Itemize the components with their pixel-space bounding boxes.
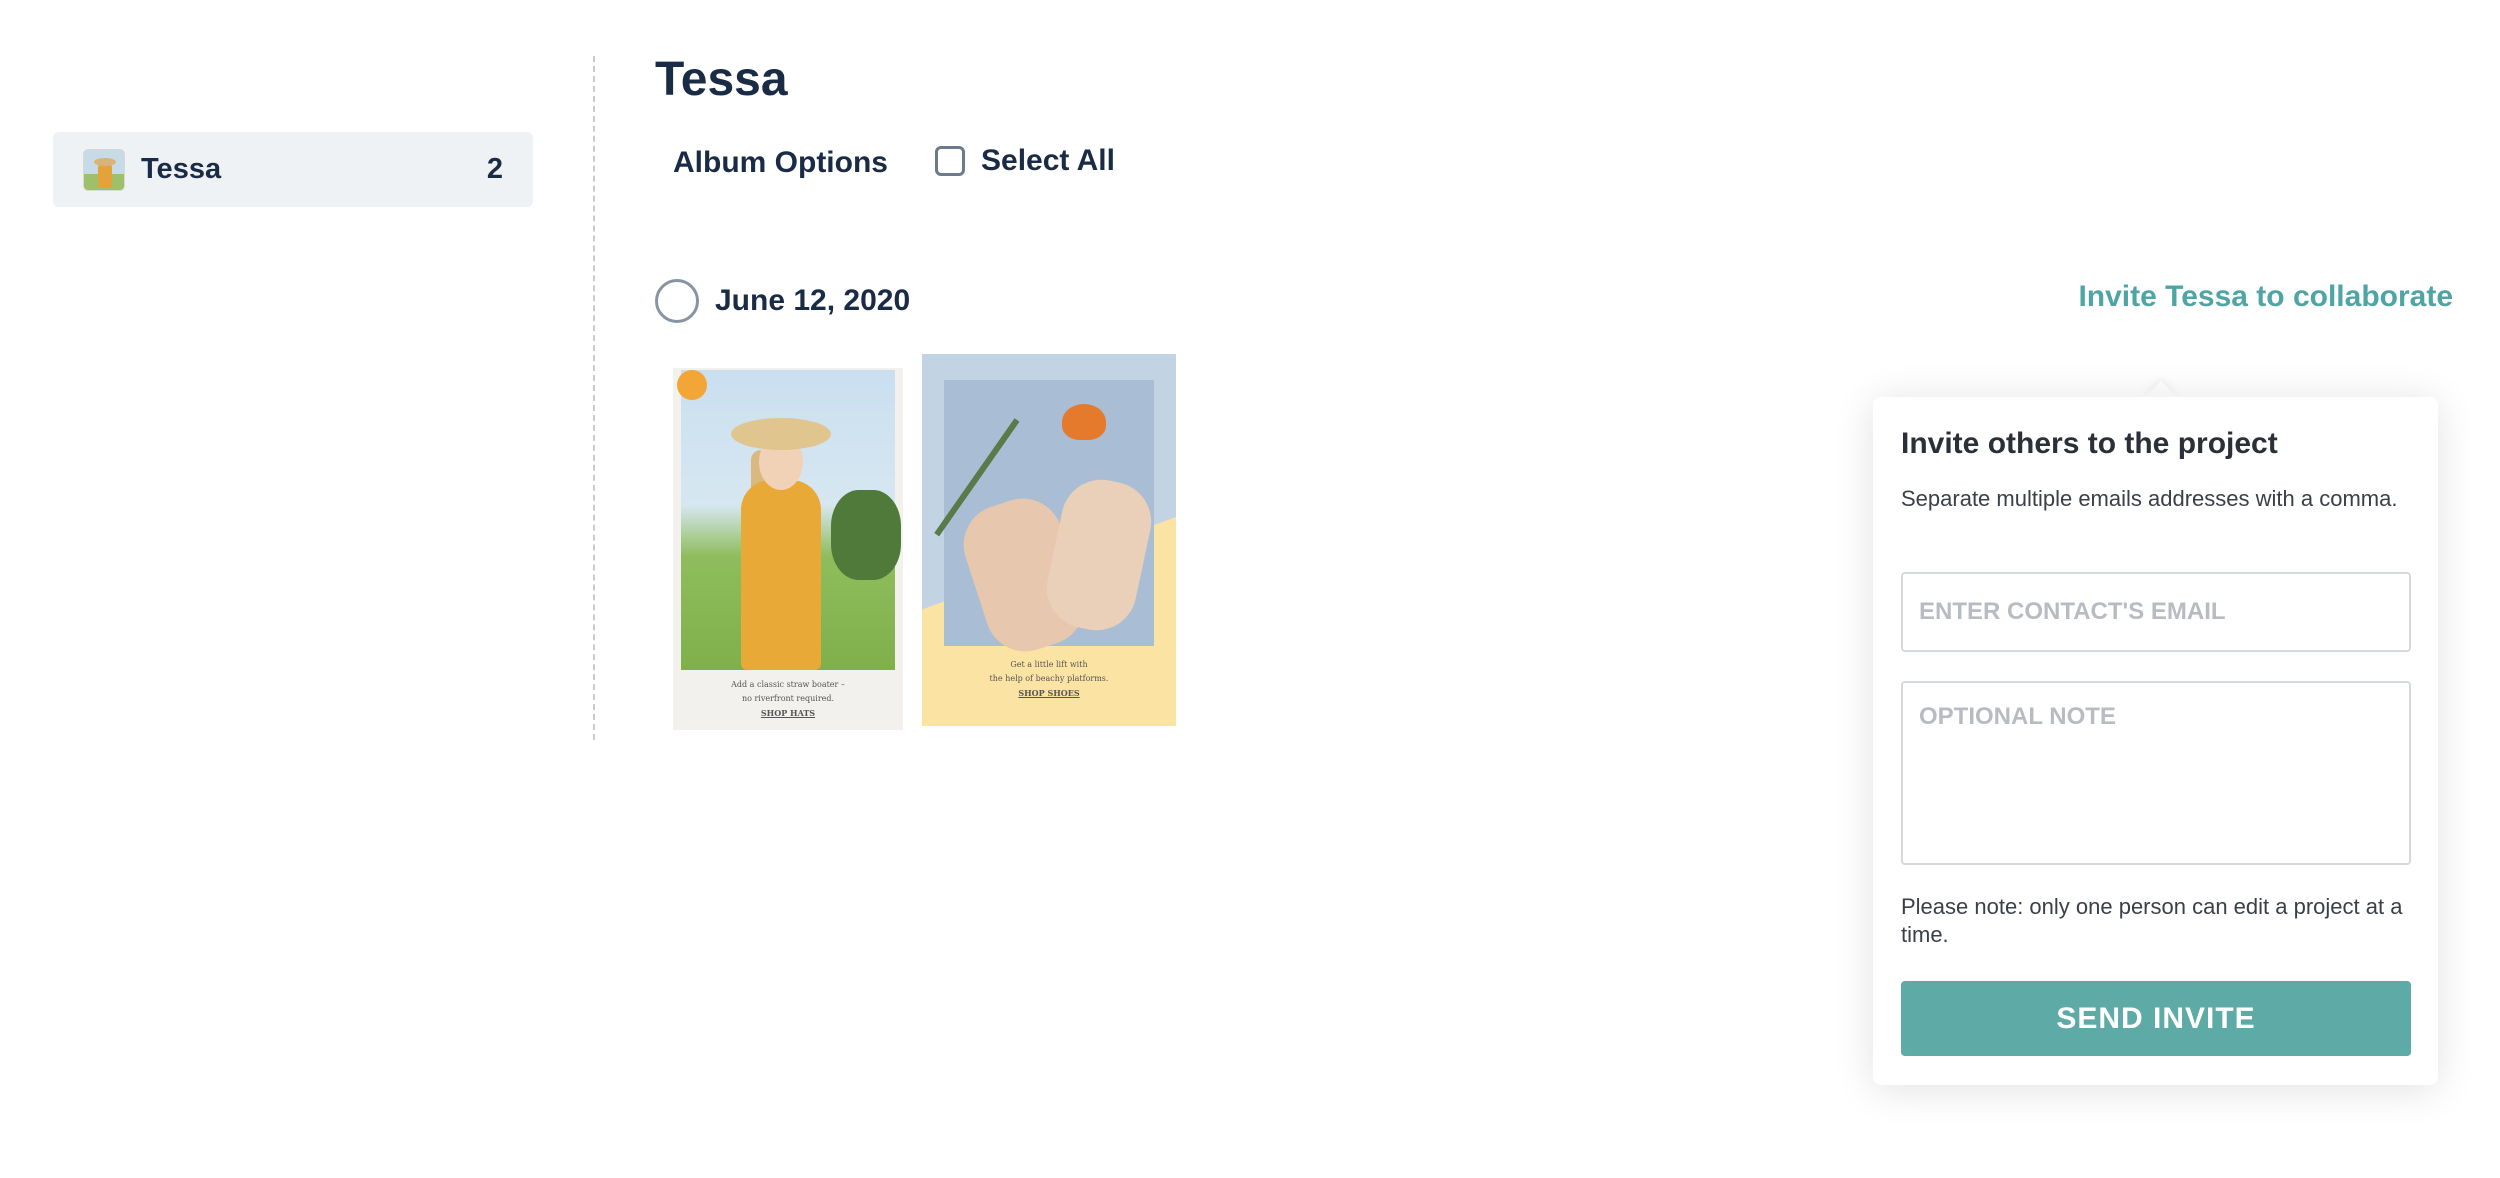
poppy-flower-shape [1062, 404, 1106, 440]
photo-image [934, 380, 1159, 662]
invite-popover: Invite others to the project Separate mu… [1873, 397, 2438, 1085]
popover-arrow [2145, 381, 2177, 397]
tree-shape [831, 490, 901, 580]
thumbnail-hat [94, 157, 116, 166]
invite-collaborate-link[interactable]: Invite Tessa to collaborate [2078, 280, 2453, 314]
popover-title: Invite others to the project [1901, 427, 2278, 460]
photo-caption: Add a classic straw boater – no riverfro… [673, 678, 903, 720]
send-invite-button[interactable]: SEND INVITE [1901, 981, 2411, 1056]
page-title: Tessa [655, 53, 788, 106]
dress-shape [741, 480, 821, 670]
contact-email-input[interactable] [1901, 572, 2411, 652]
sidebar-album-item[interactable]: Tessa 2 [53, 132, 533, 207]
sandal-shape [1039, 472, 1159, 638]
album-name: Tessa [141, 153, 222, 185]
photo-caption-link: SHOP SHOES [1018, 688, 1080, 698]
date-group-label: June 12, 2020 [715, 284, 911, 317]
photo-caption-line: Get a little lift with [1010, 660, 1088, 669]
select-all-control[interactable]: Select All [935, 144, 1115, 178]
straw-hat-shape [731, 418, 831, 450]
optional-note-textarea[interactable] [1901, 681, 2411, 865]
photo-image [681, 370, 901, 670]
date-group-select-radio[interactable] [655, 279, 699, 323]
album-thumbnail [83, 148, 125, 191]
sidebar-divider [593, 56, 595, 740]
date-group-header: June 12, 2020 [655, 279, 910, 323]
photo-caption-line: no riverfront required. [741, 694, 835, 703]
page: Tessa 2 Tessa Album Options Select All J… [0, 0, 2500, 1178]
select-all-label: Select All [981, 144, 1115, 177]
select-all-checkbox[interactable] [935, 146, 965, 176]
photo-thumbnail[interactable]: Add a classic straw boater – no riverfro… [673, 368, 903, 730]
popover-description: Separate multiple emails addresses with … [1901, 486, 2398, 511]
flower-shape [677, 370, 707, 400]
edit-notice: Please note: only one person can edit a … [1901, 894, 2403, 947]
photo-caption-line: Add a classic straw boater – [731, 680, 845, 689]
album-count: 2 [486, 153, 503, 185]
album-options-button[interactable]: Album Options [673, 146, 888, 180]
photo-thumbnail[interactable]: Get a little lift with the help of beach… [922, 354, 1176, 726]
photo-caption-link: SHOP HATS [760, 708, 816, 718]
photo-caption-line: the help of beachy platforms. [989, 674, 1109, 683]
photo-caption: Get a little lift with the help of beach… [922, 658, 1176, 700]
